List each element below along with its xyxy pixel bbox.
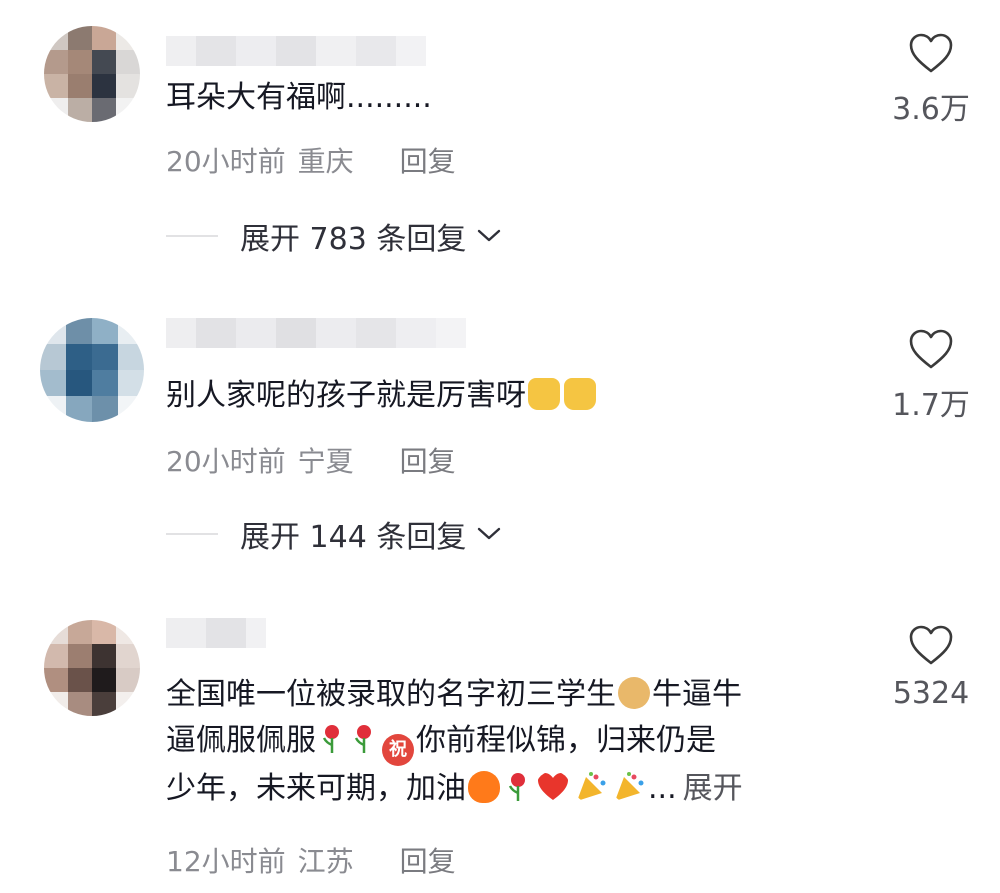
avatar[interactable]	[44, 620, 140, 716]
comment-text: 耳朵大有福啊.........	[166, 80, 432, 115]
comment-text-segment: 牛逼牛	[652, 677, 742, 712]
comment-text-line: 逼佩服佩服 祝你前程似锦，归来仍是	[166, 718, 856, 766]
expand-replies-button[interactable]: 展开 783 条回复	[166, 214, 502, 258]
reply-button[interactable]: 回复	[400, 140, 456, 180]
comment-meta: 20小时前 宁夏 回复	[166, 440, 456, 480]
comment-meta: 20小时前 重庆 回复	[166, 140, 456, 180]
comment-text-segment: 少年，未来可期，加油	[166, 771, 466, 806]
chevron-down-icon	[478, 229, 501, 242]
heart-icon[interactable]	[908, 624, 954, 666]
comment-location: 江苏	[297, 845, 354, 878]
like-count: 1.7万	[892, 388, 970, 423]
like-count: 5324	[892, 676, 970, 711]
expand-replies-button[interactable]: 展开 144 条回复	[166, 512, 502, 556]
comment-time: 20小时前	[166, 145, 286, 178]
avatar[interactable]	[44, 26, 140, 122]
comment-text: 别人家呢的孩子就是厉害呀	[166, 374, 856, 418]
thumbs-up-icon	[528, 378, 560, 410]
comment-time: 20小时前	[166, 445, 286, 478]
comment-text-segment: 逼佩服佩服	[166, 723, 316, 758]
comment-text-body: 别人家呢的孩子就是厉害呀	[166, 378, 526, 413]
expand-replies-label: 展开 144 条回复	[240, 520, 467, 555]
red-heart-icon	[538, 773, 568, 800]
comment-text-line: 少年，未来可期，加油... 展开	[166, 766, 856, 812]
username-blurred[interactable]	[166, 318, 466, 348]
zhu-blessing-icon: 祝	[382, 734, 414, 766]
comment-time: 12小时前	[166, 845, 286, 878]
party-popper-icon	[577, 772, 606, 801]
rose-icon	[508, 773, 525, 801]
doge-icon	[618, 677, 650, 709]
chevron-down-icon	[478, 527, 501, 540]
comment-item: 别人家呢的孩子就是厉害呀 20小时前 宁夏 回复 展开 144 条回复 1.7万	[0, 300, 1000, 600]
comment-text-segment: 全国唯一位被录取的名字初三学生	[166, 677, 616, 712]
comment-text-segment: ...	[648, 771, 677, 806]
comment-item: 全国唯一位被录取的名字初三学生 牛逼牛 逼佩服佩服 祝你前程似锦，归来仍是 少年，未…	[0, 600, 1000, 893]
reply-button[interactable]: 回复	[400, 840, 456, 880]
divider-line	[166, 235, 218, 237]
avatar[interactable]	[40, 318, 144, 422]
rose-icon	[322, 725, 339, 753]
comment-text-segment: 你前程似锦，归来仍是	[416, 723, 716, 758]
like-count: 3.6万	[892, 92, 970, 127]
party-popper-icon	[615, 772, 644, 801]
expand-text-button[interactable]: 展开	[683, 771, 743, 806]
heart-icon[interactable]	[908, 32, 954, 74]
comment-text: 全国唯一位被录取的名字初三学生 牛逼牛 逼佩服佩服 祝你前程似锦，归来仍是 少年，未…	[166, 672, 856, 812]
comment-location: 宁夏	[297, 445, 354, 478]
thumbs-up-icon	[564, 378, 596, 410]
comment-location: 重庆	[297, 145, 354, 178]
comment-meta: 12小时前 江苏 回复	[166, 840, 456, 880]
reply-button[interactable]: 回复	[400, 440, 456, 480]
heart-icon[interactable]	[908, 328, 954, 370]
fire-icon	[468, 771, 500, 803]
divider-line	[166, 533, 218, 535]
comment-item: 耳朵大有福啊......... 20小时前 重庆 回复 展开 783 条回复 3…	[0, 0, 1000, 290]
comment-text-line: 全国唯一位被录取的名字初三学生 牛逼牛	[166, 672, 856, 718]
like-block: 1.7万	[876, 328, 986, 424]
like-block: 3.6万	[876, 32, 986, 128]
like-block: 5324	[876, 624, 986, 711]
username-blurred[interactable]	[166, 36, 426, 66]
expand-replies-label: 展开 783 条回复	[240, 222, 467, 257]
username-blurred[interactable]	[166, 618, 266, 648]
rose-icon	[354, 725, 371, 753]
